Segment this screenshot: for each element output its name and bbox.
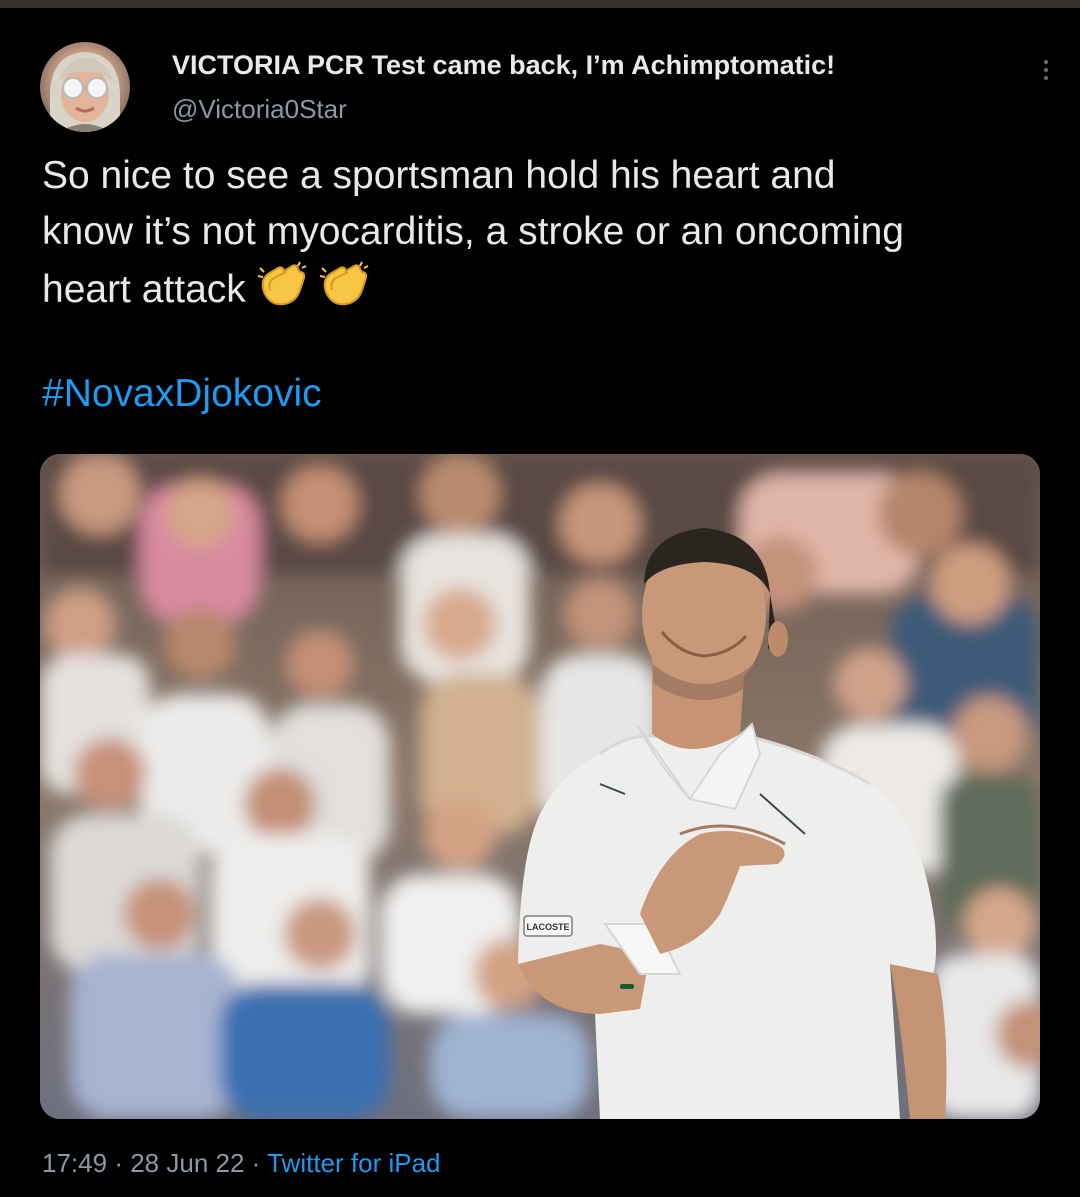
window-top-strip [0,0,1080,8]
avatar-image [50,52,120,132]
vertical-ellipsis-icon[interactable] [1036,58,1056,82]
hashtag-link[interactable]: #NovaxDjokovic [42,372,322,416]
avatar[interactable] [40,42,130,132]
meta-separator: · [114,1148,123,1178]
tweet-text-line: know it’s not myocarditis, a stroke or a… [42,210,904,253]
tweet-source-link[interactable]: Twitter for iPad [267,1148,440,1178]
croc-logo-icon [620,984,634,989]
tweet-photo[interactable]: LACOSTE [40,454,1040,1119]
tweet-text-line: So nice to see a sportsman hold his hear… [42,154,836,197]
tweet-meta: 17:49 · 28 Jun 22 · Twitter for iPad [42,1148,441,1179]
display-name[interactable]: VICTORIA PCR Test came back, I’m Achimpt… [172,50,835,81]
tweet-text-line: heart attack [42,260,1042,324]
tweet-date[interactable]: 28 Jun 22 [130,1148,244,1178]
photo-image: LACOSTE [40,454,1040,1119]
clapping-hands-icon [256,260,308,324]
clapping-hands-icon [318,260,370,324]
tweet-time[interactable]: 17:49 [42,1148,107,1178]
tweet-text: So nice to see a sportsman hold his hear… [42,148,1042,324]
meta-separator: · [251,1148,261,1178]
tweet-text-line-content: heart attack [42,268,246,311]
shirt-brand-label: LACOSTE [526,922,569,932]
user-handle[interactable]: @Victoria0Star [172,94,347,125]
